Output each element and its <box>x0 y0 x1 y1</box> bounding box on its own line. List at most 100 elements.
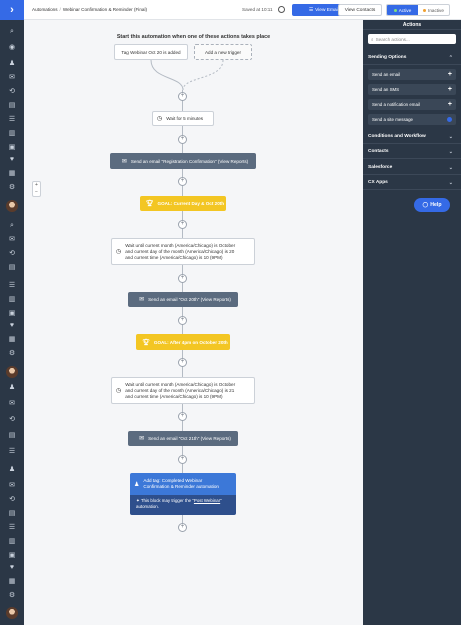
breadcrumb-root[interactable]: Automations <box>32 7 58 12</box>
add-step-button[interactable]: + <box>178 274 187 283</box>
add-icon: + <box>447 71 452 78</box>
add-step-button[interactable]: + <box>178 135 187 144</box>
search-icon[interactable]: ⌕ <box>7 28 17 35</box>
heart-icon[interactable]: ♥ <box>7 322 17 329</box>
reports-icon[interactable]: ▦ <box>7 578 17 585</box>
contacts-icon[interactable]: ♟ <box>7 466 17 473</box>
trigger-note-text: This block may trigger the <box>140 498 192 503</box>
deals-icon[interactable]: ▣ <box>7 552 17 559</box>
chat-icon[interactable]: ▤ <box>7 432 17 439</box>
zoom-control[interactable]: + − <box>32 181 41 197</box>
email-step[interactable]: ✉ Send an email "Oct 20th" (View Reports… <box>128 292 238 307</box>
list-icon[interactable]: ☰ <box>7 116 17 123</box>
mail-icon[interactable]: ✉ <box>7 400 17 407</box>
mail-icon[interactable]: ✉ <box>7 236 17 243</box>
automation-icon[interactable]: ⟲ <box>7 250 17 257</box>
section-sending-options[interactable]: Sending Options ⌃ <box>363 51 461 65</box>
settings-icon[interactable]: ⚙ <box>7 184 17 191</box>
add-step-button[interactable]: + <box>178 358 187 367</box>
actions-search-placeholder: Search actions... <box>375 36 410 42</box>
section-label: Contacts <box>368 149 389 154</box>
reports-icon[interactable]: ▦ <box>7 170 17 177</box>
active-option[interactable]: Active <box>387 5 418 15</box>
history-icon[interactable] <box>278 6 285 13</box>
wait-until-step[interactable]: ◷ Wait until current month (America/Chic… <box>111 377 255 404</box>
goal-step[interactable]: 🏆︎ GOAL: After 4pm on October 20th <box>136 334 230 350</box>
zoom-out-button[interactable]: − <box>33 189 40 196</box>
help-button[interactable]: ◯ Help <box>414 198 450 212</box>
add-step-button[interactable]: + <box>178 92 187 101</box>
settings-icon[interactable]: ⚙ <box>7 592 17 599</box>
wait-step[interactable]: ◷ Wait for 5 minutes <box>152 111 214 126</box>
email-step-label: Send an email "Oct 20th" (View Reports) <box>148 297 231 302</box>
add-step-button[interactable]: + <box>178 412 187 421</box>
add-step-button[interactable]: + <box>178 177 187 186</box>
action-send-notification[interactable]: Send a notification email + <box>368 99 456 110</box>
contacts-icon[interactable]: ♟ <box>7 60 17 67</box>
add-trigger-button[interactable]: Add a new trigger <box>194 44 252 60</box>
goal-step-label: GOAL: After 4pm on October 20th <box>153 339 228 345</box>
section-cx-apps[interactable]: CX Apps ⌄ <box>363 176 461 190</box>
section-salesforce[interactable]: Salesforce ⌄ <box>363 161 461 175</box>
mail-icon[interactable]: ✉ <box>7 74 17 81</box>
add-step-button[interactable]: + <box>178 316 187 325</box>
trigger-tag-added[interactable]: Tag Webinar Oct 20 is added <box>114 44 188 60</box>
mail-icon[interactable]: ✉ <box>7 482 17 489</box>
wait-until-step[interactable]: ◷ Wait until current month (America/Chic… <box>111 238 255 265</box>
avatar[interactable] <box>6 607 18 619</box>
wait-condition-line: and current time (America/Chicago) is 10… <box>125 393 223 399</box>
deals-icon[interactable]: ▣ <box>7 310 17 317</box>
add-step-button[interactable]: + <box>178 523 187 532</box>
automation-icon[interactable]: ⟲ <box>7 88 17 95</box>
view-contacts-button[interactable]: View Contacts <box>338 4 382 16</box>
breadcrumb-current: Webinar Confirmation & Reminder (Final) <box>62 7 147 12</box>
action-label: Send an email <box>372 72 401 77</box>
list-icon[interactable]: ☰ <box>7 524 17 531</box>
search-icon[interactable]: ⌕ <box>7 222 17 229</box>
list-icon[interactable]: ☰ <box>7 282 17 289</box>
deals-icon[interactable]: ▣ <box>7 144 17 151</box>
actions-search-input[interactable]: ⌕ Search actions... <box>368 34 456 44</box>
location-icon[interactable]: ◉ <box>7 44 17 51</box>
avatar[interactable] <box>6 200 18 212</box>
add-icon: + <box>447 86 452 93</box>
settings-icon[interactable]: ⚙ <box>7 350 17 357</box>
status-toggle[interactable]: Active Inactive <box>386 4 450 16</box>
inactive-option[interactable]: Inactive <box>418 5 449 15</box>
section-conditions-workflow[interactable]: Conditions and Workflow ⌄ <box>363 130 461 144</box>
reports-icon[interactable]: ▦ <box>7 336 17 343</box>
pages-icon[interactable]: ▥ <box>7 296 17 303</box>
post-webinar-link[interactable]: Post Webinar <box>194 498 220 503</box>
chat-icon[interactable]: ▤ <box>7 264 17 271</box>
action-send-site-message[interactable]: Send a site message <box>368 114 456 125</box>
wait-condition-line: and current day of the month (America/Ch… <box>125 248 235 254</box>
action-send-sms[interactable]: Send an SMS + <box>368 84 456 95</box>
chat-icon[interactable]: ▤ <box>7 510 17 517</box>
goal-step[interactable]: 🏆︎ GOAL: Current Day & Oct 20th <box>140 196 226 211</box>
zoom-in-button[interactable]: + <box>33 182 40 189</box>
email-step[interactable]: ✉ Send an email "Registration Confirmati… <box>110 153 256 169</box>
trophy-icon: 🏆︎ <box>142 339 150 346</box>
list-icon[interactable]: ☰ <box>7 448 17 455</box>
add-tag-step[interactable]: ♟ Add tag: Completed Webinar Confirmatio… <box>130 473 236 495</box>
add-step-button[interactable]: + <box>178 220 187 229</box>
contacts-icon[interactable]: ♟ <box>7 384 17 391</box>
action-label: Send a notification email <box>372 102 420 107</box>
chevron-down-icon: ⌄ <box>448 149 453 155</box>
automation-icon[interactable]: ⟲ <box>7 416 17 423</box>
action-send-email[interactable]: Send an email + <box>368 69 456 80</box>
avatar[interactable] <box>6 366 18 378</box>
email-step[interactable]: ✉ Send an email "Oct 21th" (View Reports… <box>128 431 238 446</box>
chat-icon[interactable]: ▤ <box>7 102 17 109</box>
pages-icon[interactable]: ▥ <box>7 130 17 137</box>
heart-icon[interactable]: ♥ <box>7 564 17 571</box>
email-step-label: Send an email "Oct 21th" (View Reports) <box>148 436 231 441</box>
section-contacts[interactable]: Contacts ⌄ <box>363 145 461 159</box>
pages-icon[interactable]: ▥ <box>7 538 17 545</box>
add-step-button[interactable]: + <box>178 455 187 464</box>
inactive-dot-icon <box>423 8 427 12</box>
logo-icon[interactable]: › <box>0 0 24 20</box>
heart-icon[interactable]: ♥ <box>7 156 17 163</box>
search-icon: ⌕ <box>371 36 374 42</box>
automation-icon[interactable]: ⟲ <box>7 496 17 503</box>
